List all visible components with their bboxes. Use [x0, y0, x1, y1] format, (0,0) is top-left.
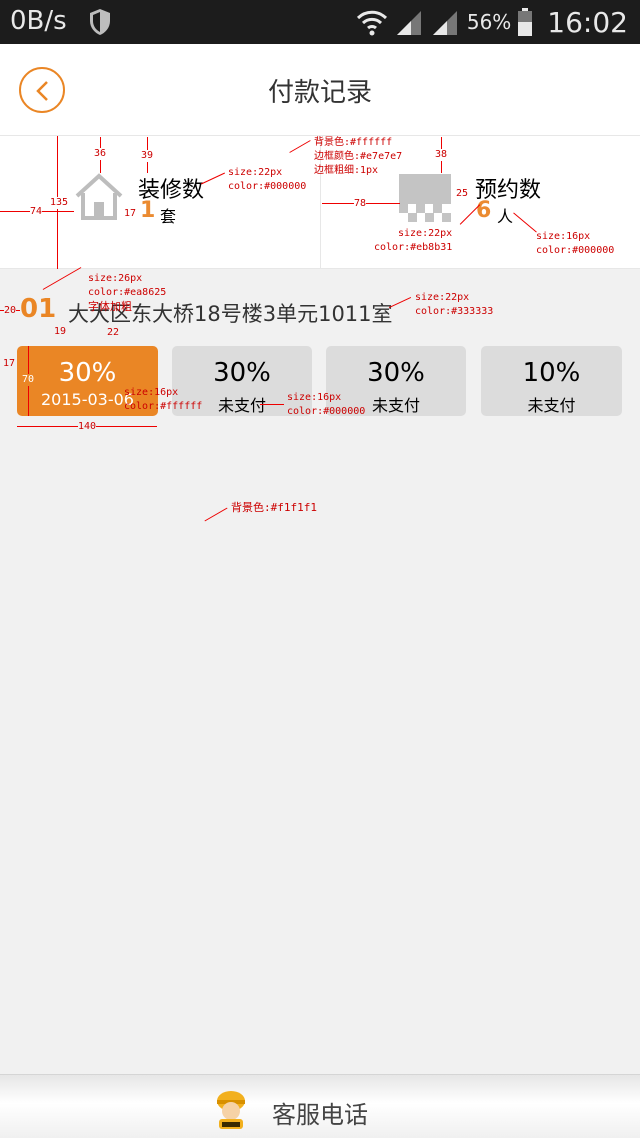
annot-pointer [260, 404, 284, 405]
annot-border-width: 边框粗细:1px [314, 165, 379, 176]
annot-addr-text-color: color:#333333 [415, 306, 494, 317]
pixel-placeholder-icon [399, 174, 451, 222]
annot-header-bg: 背景色:#ffffff [314, 137, 393, 148]
dim-78: 78 [354, 198, 367, 210]
page-title: 付款记录 [267, 78, 372, 108]
annot-addr-num-color: color:#ea8625 [88, 287, 167, 298]
status-right: 56% 16:02 [355, 4, 628, 40]
annot-border-color: 边框颜色:#e7e7e7 [314, 151, 403, 162]
annot-addr-num-bold: 字体加粗 [88, 300, 132, 313]
annot-card-color: color:#000000 [287, 406, 366, 417]
card-percent: 30% [213, 358, 271, 388]
dim-74: 74 [30, 206, 43, 218]
app-header: 付款记录 [0, 44, 640, 136]
dim-22: 22 [107, 327, 120, 338]
battery-icon [518, 8, 533, 36]
worker-avatar-icon [217, 1091, 245, 1129]
signal-2-icon [432, 11, 457, 35]
dim-135: 135 [50, 197, 69, 209]
dim-70: 70 [22, 374, 35, 386]
card-percent: 10% [522, 358, 581, 388]
annot-unit-color: color:#000000 [536, 245, 615, 256]
annot-num-size: size:22px [398, 228, 453, 239]
signal-1-icon [396, 11, 421, 35]
annot-label-size: size:22px [228, 167, 283, 178]
card-percent: 30% [58, 358, 117, 388]
annot-card-active-size: size:16px [124, 387, 179, 398]
dim-17: 17 [124, 208, 137, 219]
dim-20: 20 [4, 305, 17, 317]
battery-percent: 56% [466, 10, 512, 34]
clock: 16:02 [547, 5, 628, 39]
shield-icon [90, 9, 110, 35]
status-bar: 0B/s 56% 16:02 [0, 0, 640, 44]
customer-service-label: 客服电话 [272, 1101, 368, 1129]
dim-19: 19 [54, 326, 67, 337]
card-percent: 30% [367, 358, 425, 388]
dim-39: 39 [141, 150, 154, 162]
dim-140: 140 [78, 421, 97, 433]
wifi-icon [356, 10, 387, 36]
annot-num-color: color:#eb8b31 [374, 242, 453, 253]
network-speed: 0B/s [10, 6, 67, 36]
annot-addr-text-size: size:22px [415, 292, 470, 303]
address-index: 01 [20, 294, 57, 324]
annot-label-color: color:#000000 [228, 181, 307, 192]
annot-addr-num-size: size:26px [88, 273, 143, 284]
card-status: 未支付 [527, 396, 576, 415]
appointment-count-value: 6 [476, 198, 492, 223]
decoration-count-value: 1 [140, 198, 156, 223]
dim-25: 25 [456, 188, 469, 199]
customer-service-bar[interactable]: 客服电话 [0, 1074, 640, 1138]
house-icon [75, 173, 123, 220]
decoration-count-unit: 套 [160, 207, 177, 226]
appointment-count-unit: 人 [497, 207, 514, 226]
dim-38: 38 [435, 149, 448, 161]
annot-pointer [204, 507, 228, 522]
annot-card-active-color: color:#ffffff [124, 401, 203, 412]
payment-card-4[interactable]: 10% 未支付 [481, 346, 622, 416]
dim-17b: 17 [3, 358, 16, 369]
annot-pointer [42, 267, 82, 290]
annot-page-bg: 背景色:#f1f1f1 [231, 501, 317, 514]
annot-unit-size: size:16px [536, 231, 591, 242]
dim-36: 36 [94, 148, 107, 160]
annot-card-size: size:16px [287, 392, 342, 403]
